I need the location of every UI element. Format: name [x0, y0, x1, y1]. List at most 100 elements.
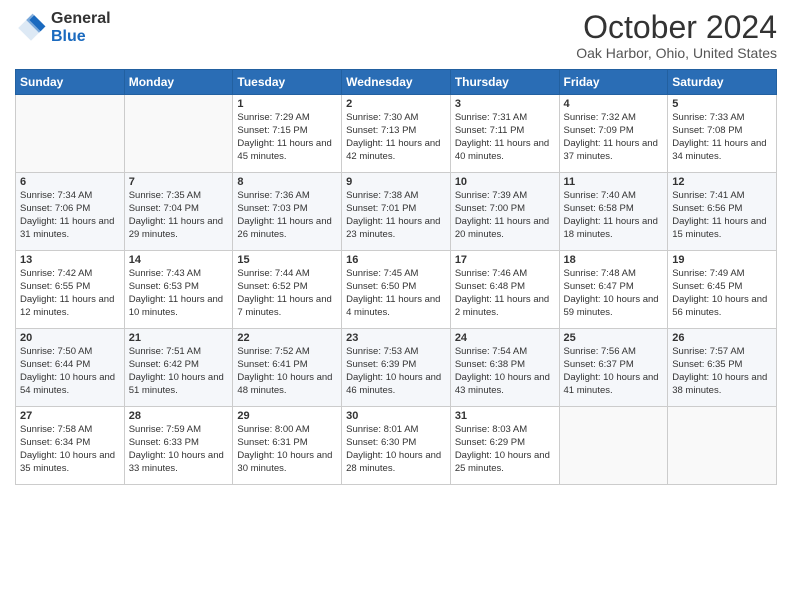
calendar-cell: 16 Sunrise: 7:45 AMSunset: 6:50 PMDaylig… [342, 251, 451, 329]
weekday-header: Sunday [16, 70, 125, 95]
day-number: 13 [20, 254, 120, 266]
day-info: Sunrise: 7:54 AMSunset: 6:38 PMDaylight:… [455, 346, 550, 395]
day-number: 28 [129, 410, 229, 422]
calendar-cell: 30 Sunrise: 8:01 AMSunset: 6:30 PMDaylig… [342, 407, 451, 485]
logo-blue: Blue [51, 28, 111, 46]
day-number: 1 [237, 98, 337, 110]
calendar-cell: 9 Sunrise: 7:38 AMSunset: 7:01 PMDayligh… [342, 173, 451, 251]
logo-text: General Blue [51, 10, 111, 45]
day-info: Sunrise: 7:51 AMSunset: 6:42 PMDaylight:… [129, 346, 224, 395]
calendar-cell: 29 Sunrise: 8:00 AMSunset: 6:31 PMDaylig… [233, 407, 342, 485]
calendar-cell: 2 Sunrise: 7:30 AMSunset: 7:13 PMDayligh… [342, 95, 451, 173]
calendar-cell: 4 Sunrise: 7:32 AMSunset: 7:09 PMDayligh… [559, 95, 668, 173]
day-info: Sunrise: 7:29 AMSunset: 7:15 PMDaylight:… [237, 112, 331, 161]
calendar-cell: 18 Sunrise: 7:48 AMSunset: 6:47 PMDaylig… [559, 251, 668, 329]
calendar-cell [124, 95, 233, 173]
day-info: Sunrise: 7:33 AMSunset: 7:08 PMDaylight:… [672, 112, 766, 161]
day-info: Sunrise: 7:32 AMSunset: 7:09 PMDaylight:… [564, 112, 658, 161]
day-number: 20 [20, 332, 120, 344]
day-info: Sunrise: 7:50 AMSunset: 6:44 PMDaylight:… [20, 346, 115, 395]
day-number: 15 [237, 254, 337, 266]
header: General Blue October 2024 Oak Harbor, Oh… [15, 10, 777, 61]
day-info: Sunrise: 7:58 AMSunset: 6:34 PMDaylight:… [20, 424, 115, 473]
calendar-cell: 24 Sunrise: 7:54 AMSunset: 6:38 PMDaylig… [450, 329, 559, 407]
weekday-header: Thursday [450, 70, 559, 95]
calendar-cell: 1 Sunrise: 7:29 AMSunset: 7:15 PMDayligh… [233, 95, 342, 173]
day-number: 22 [237, 332, 337, 344]
day-number: 17 [455, 254, 555, 266]
day-info: Sunrise: 7:49 AMSunset: 6:45 PMDaylight:… [672, 268, 767, 317]
calendar-cell: 26 Sunrise: 7:57 AMSunset: 6:35 PMDaylig… [668, 329, 777, 407]
day-info: Sunrise: 7:45 AMSunset: 6:50 PMDaylight:… [346, 268, 440, 317]
calendar-cell: 11 Sunrise: 7:40 AMSunset: 6:58 PMDaylig… [559, 173, 668, 251]
calendar-cell: 31 Sunrise: 8:03 AMSunset: 6:29 PMDaylig… [450, 407, 559, 485]
page: General Blue October 2024 Oak Harbor, Oh… [0, 0, 792, 612]
day-info: Sunrise: 8:00 AMSunset: 6:31 PMDaylight:… [237, 424, 332, 473]
day-info: Sunrise: 8:03 AMSunset: 6:29 PMDaylight:… [455, 424, 550, 473]
calendar-cell: 25 Sunrise: 7:56 AMSunset: 6:37 PMDaylig… [559, 329, 668, 407]
day-info: Sunrise: 7:46 AMSunset: 6:48 PMDaylight:… [455, 268, 549, 317]
calendar-cell: 13 Sunrise: 7:42 AMSunset: 6:55 PMDaylig… [16, 251, 125, 329]
day-number: 14 [129, 254, 229, 266]
calendar-cell: 7 Sunrise: 7:35 AMSunset: 7:04 PMDayligh… [124, 173, 233, 251]
day-info: Sunrise: 7:31 AMSunset: 7:11 PMDaylight:… [455, 112, 549, 161]
weekday-header: Saturday [668, 70, 777, 95]
day-number: 24 [455, 332, 555, 344]
weekday-header: Monday [124, 70, 233, 95]
calendar-cell: 20 Sunrise: 7:50 AMSunset: 6:44 PMDaylig… [16, 329, 125, 407]
calendar-cell [16, 95, 125, 173]
calendar-cell: 27 Sunrise: 7:58 AMSunset: 6:34 PMDaylig… [16, 407, 125, 485]
day-number: 9 [346, 176, 446, 188]
day-number: 23 [346, 332, 446, 344]
calendar-cell: 5 Sunrise: 7:33 AMSunset: 7:08 PMDayligh… [668, 95, 777, 173]
day-info: Sunrise: 7:35 AMSunset: 7:04 PMDaylight:… [129, 190, 223, 239]
day-number: 2 [346, 98, 446, 110]
calendar-week-row: 1 Sunrise: 7:29 AMSunset: 7:15 PMDayligh… [16, 95, 777, 173]
day-number: 11 [564, 176, 664, 188]
calendar-week-row: 27 Sunrise: 7:58 AMSunset: 6:34 PMDaylig… [16, 407, 777, 485]
calendar-cell: 23 Sunrise: 7:53 AMSunset: 6:39 PMDaylig… [342, 329, 451, 407]
title-block: October 2024 Oak Harbor, Ohio, United St… [576, 10, 777, 61]
weekday-header: Tuesday [233, 70, 342, 95]
day-info: Sunrise: 7:36 AMSunset: 7:03 PMDaylight:… [237, 190, 331, 239]
day-number: 29 [237, 410, 337, 422]
day-number: 3 [455, 98, 555, 110]
calendar-cell: 17 Sunrise: 7:46 AMSunset: 6:48 PMDaylig… [450, 251, 559, 329]
calendar-week-row: 13 Sunrise: 7:42 AMSunset: 6:55 PMDaylig… [16, 251, 777, 329]
calendar-cell: 21 Sunrise: 7:51 AMSunset: 6:42 PMDaylig… [124, 329, 233, 407]
day-number: 6 [20, 176, 120, 188]
logo: General Blue [15, 10, 111, 45]
day-info: Sunrise: 7:30 AMSunset: 7:13 PMDaylight:… [346, 112, 440, 161]
day-number: 8 [237, 176, 337, 188]
day-info: Sunrise: 7:59 AMSunset: 6:33 PMDaylight:… [129, 424, 224, 473]
day-info: Sunrise: 7:38 AMSunset: 7:01 PMDaylight:… [346, 190, 440, 239]
calendar-cell: 10 Sunrise: 7:39 AMSunset: 7:00 PMDaylig… [450, 173, 559, 251]
calendar-cell: 8 Sunrise: 7:36 AMSunset: 7:03 PMDayligh… [233, 173, 342, 251]
day-number: 10 [455, 176, 555, 188]
day-number: 5 [672, 98, 772, 110]
day-number: 25 [564, 332, 664, 344]
calendar-cell: 3 Sunrise: 7:31 AMSunset: 7:11 PMDayligh… [450, 95, 559, 173]
day-number: 16 [346, 254, 446, 266]
day-info: Sunrise: 7:41 AMSunset: 6:56 PMDaylight:… [672, 190, 766, 239]
day-info: Sunrise: 7:39 AMSunset: 7:00 PMDaylight:… [455, 190, 549, 239]
calendar-cell [559, 407, 668, 485]
calendar-cell: 14 Sunrise: 7:43 AMSunset: 6:53 PMDaylig… [124, 251, 233, 329]
day-number: 12 [672, 176, 772, 188]
calendar-cell: 19 Sunrise: 7:49 AMSunset: 6:45 PMDaylig… [668, 251, 777, 329]
day-number: 4 [564, 98, 664, 110]
calendar: SundayMondayTuesdayWednesdayThursdayFrid… [15, 69, 777, 485]
day-info: Sunrise: 7:52 AMSunset: 6:41 PMDaylight:… [237, 346, 332, 395]
subtitle: Oak Harbor, Ohio, United States [576, 45, 777, 61]
weekday-header-row: SundayMondayTuesdayWednesdayThursdayFrid… [16, 70, 777, 95]
calendar-cell: 6 Sunrise: 7:34 AMSunset: 7:06 PMDayligh… [16, 173, 125, 251]
day-info: Sunrise: 7:43 AMSunset: 6:53 PMDaylight:… [129, 268, 223, 317]
logo-icon [15, 12, 47, 44]
main-title: October 2024 [576, 10, 777, 45]
day-number: 7 [129, 176, 229, 188]
day-info: Sunrise: 7:44 AMSunset: 6:52 PMDaylight:… [237, 268, 331, 317]
calendar-cell: 15 Sunrise: 7:44 AMSunset: 6:52 PMDaylig… [233, 251, 342, 329]
day-info: Sunrise: 7:34 AMSunset: 7:06 PMDaylight:… [20, 190, 114, 239]
day-info: Sunrise: 7:42 AMSunset: 6:55 PMDaylight:… [20, 268, 114, 317]
logo-general: General [51, 10, 111, 28]
